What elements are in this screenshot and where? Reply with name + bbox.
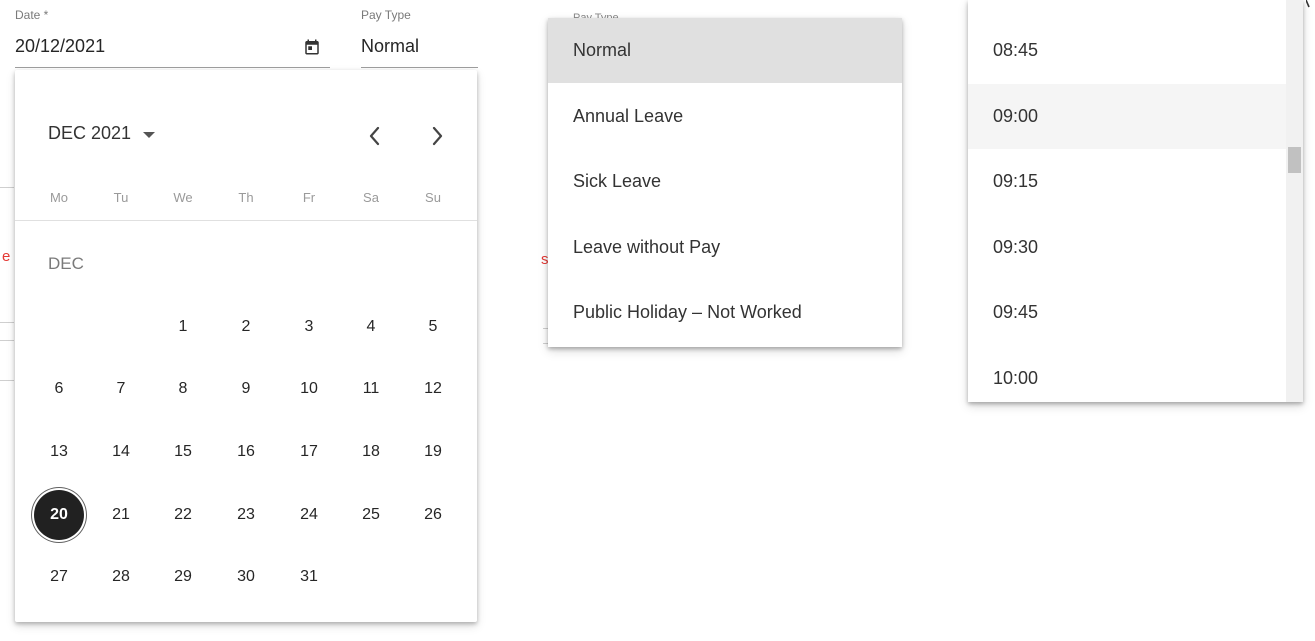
pay-type-field-underline: [361, 67, 478, 68]
pay-type-option[interactable]: Leave without Pay: [548, 215, 902, 280]
calendar-day[interactable]: 8: [158, 364, 208, 414]
validation-text-fragment: e: [2, 248, 11, 265]
weekday-label: Sa: [363, 190, 379, 205]
calendar-icon[interactable]: [303, 38, 321, 56]
calendar-day[interactable]: 1: [158, 302, 208, 352]
weekday-label: Tu: [113, 190, 129, 205]
calendar-day[interactable]: 10: [284, 364, 334, 414]
pay-type-field-label: Pay Type: [361, 8, 411, 22]
time-option[interactable]: 09:00: [968, 83, 1286, 149]
calendar-day[interactable]: 5: [408, 302, 458, 352]
scrollbar-thumb[interactable]: [1288, 147, 1301, 173]
weekday-label: Su: [425, 190, 441, 205]
calendar-day[interactable]: 3: [284, 302, 334, 352]
calendar-day[interactable]: 25: [346, 490, 396, 540]
weekday-label: Th: [238, 190, 254, 205]
time-option[interactable]: 09:15: [968, 149, 1286, 214]
time-option[interactable]: 08:45: [968, 18, 1286, 83]
calendar-month-label: DEC: [48, 254, 84, 273]
calendar-day[interactable]: 30: [221, 552, 271, 602]
pay-type-dropdown-menu: Normal Annual Leave Sick Leave Leave withou…: [548, 18, 902, 347]
date-field-label: Date *: [15, 8, 49, 22]
edge-chevron-fragment: [1306, 0, 1310, 8]
calendar-divider: [15, 220, 477, 221]
calendar-day[interactable]: 12: [408, 364, 458, 414]
calendar-day[interactable]: 28: [96, 552, 146, 602]
calendar-day[interactable]: 13: [34, 427, 84, 477]
calendar-day[interactable]: 16: [221, 427, 271, 477]
weekday-label: Fr: [302, 190, 316, 205]
calendar-day[interactable]: 26: [408, 490, 458, 540]
weekday-label: We: [173, 190, 193, 205]
time-select-list: 08:45 09:00 09:15 09:30 09:45 10:00: [968, 0, 1303, 402]
calendar-day[interactable]: 23: [221, 490, 271, 540]
weekday-header-row: Mo Tu We Th Fr Sa Su: [15, 190, 477, 210]
pay-type-field-value[interactable]: Normal: [361, 36, 419, 57]
calendar-day[interactable]: 6: [34, 364, 84, 414]
scrollbar-track[interactable]: [1286, 0, 1303, 402]
calendar-day[interactable]: 31: [284, 552, 334, 602]
time-option[interactable]: 09:45: [968, 280, 1286, 345]
pay-type-option[interactable]: Sick Leave: [548, 149, 902, 214]
calendar-day[interactable]: 21: [96, 490, 146, 540]
calendar-day-selected[interactable]: 20: [34, 490, 84, 540]
stub-line: [0, 187, 14, 188]
pay-type-option[interactable]: Public Holiday – Not Worked: [548, 280, 902, 345]
stub-line: [0, 380, 14, 381]
date-form-strip: Date * 20/12/2021 Pay Type Normal: [0, 0, 480, 70]
time-option[interactable]: 09:30: [968, 215, 1286, 280]
date-field-underline: [15, 67, 330, 68]
triangle-down-icon: [143, 131, 156, 138]
calendar-day[interactable]: 24: [284, 490, 334, 540]
calendar-day[interactable]: 2: [221, 302, 271, 352]
calendar-day[interactable]: 14: [96, 427, 146, 477]
stub-line: [0, 340, 14, 341]
date-field-value[interactable]: 20/12/2021: [15, 36, 105, 57]
calendar-day[interactable]: 22: [158, 490, 208, 540]
calendar-day[interactable]: 7: [96, 364, 146, 414]
previous-month-button[interactable]: [361, 122, 389, 150]
screenshot-stage: Date * 20/12/2021 Pay Type Normal e DEC …: [0, 0, 1315, 641]
pay-type-option[interactable]: Normal: [548, 18, 902, 83]
time-option[interactable]: 10:00: [968, 346, 1286, 403]
month-year-selector[interactable]: DEC 2021: [48, 123, 156, 144]
weekday-label: Mo: [49, 190, 69, 205]
calendar-day[interactable]: 11: [346, 364, 396, 414]
calendar-day[interactable]: 17: [284, 427, 334, 477]
calendar-day[interactable]: 27: [34, 552, 84, 602]
date-picker-calendar: DEC 2021 Mo Tu We Th Fr Sa Su DEC 1 2 3 4 5 6 7 8 9 10 1…: [15, 70, 477, 622]
chevron-left-icon: [369, 126, 380, 146]
next-month-button[interactable]: [423, 122, 451, 150]
month-year-label: DEC 2021: [48, 123, 132, 143]
pay-type-option[interactable]: Annual Leave: [548, 84, 902, 149]
calendar-day[interactable]: 15: [158, 427, 208, 477]
calendar-day[interactable]: 19: [408, 427, 458, 477]
chevron-right-icon: [432, 126, 443, 146]
calendar-day[interactable]: 18: [346, 427, 396, 477]
calendar-day[interactable]: 9: [221, 364, 271, 414]
calendar-day[interactable]: 4: [346, 302, 396, 352]
calendar-day[interactable]: 29: [158, 552, 208, 602]
stub-line: [0, 322, 14, 323]
